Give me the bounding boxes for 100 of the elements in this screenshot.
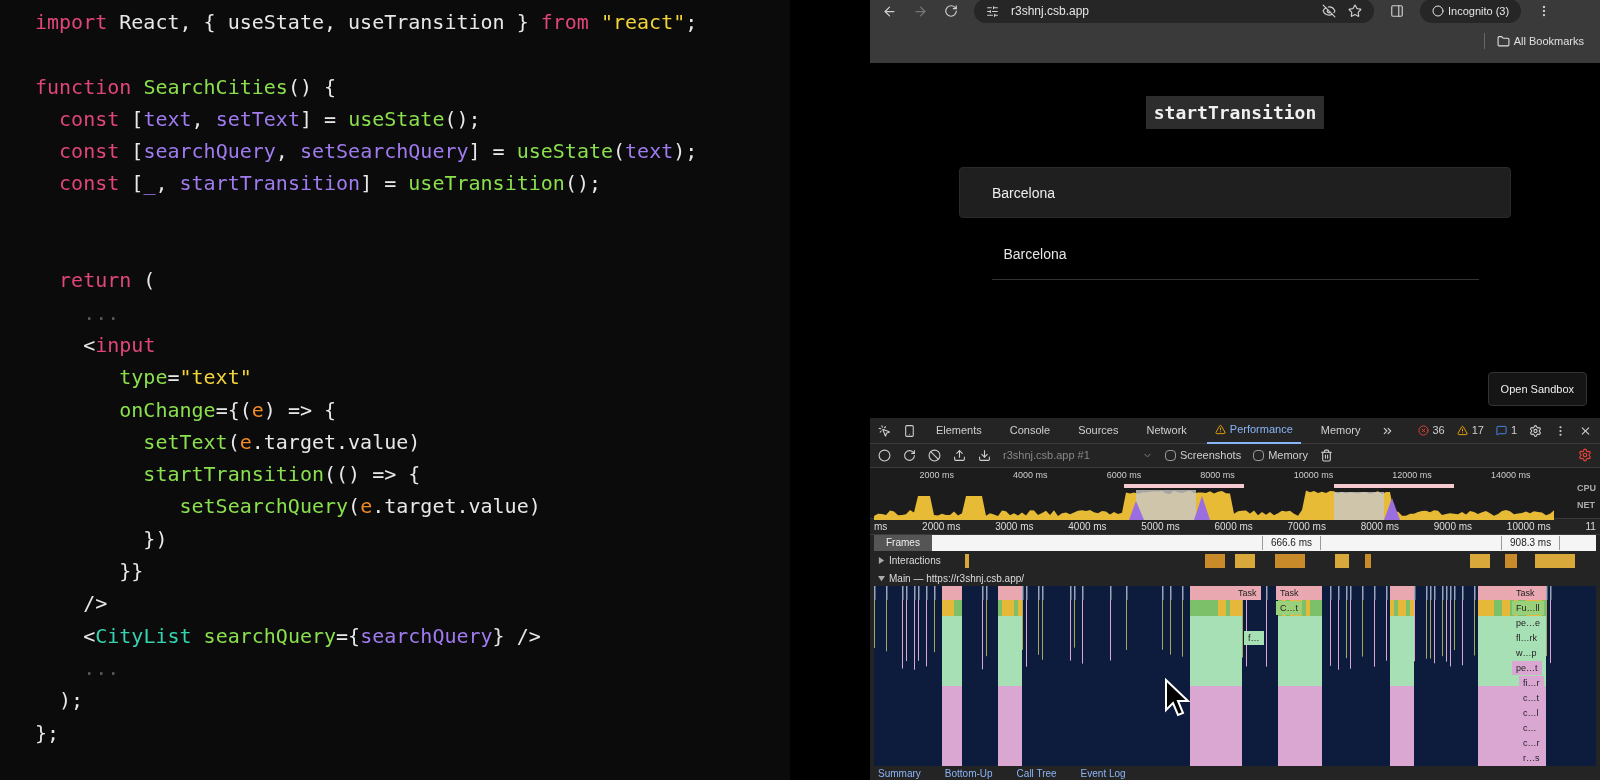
recording-select[interactable]: r3shnj.csb.app #1	[1003, 447, 1153, 464]
capture-settings-icon[interactable]	[1578, 448, 1592, 463]
site-settings-icon[interactable]	[986, 4, 999, 18]
warning-icon	[1456, 425, 1468, 436]
ruler-tick-label: 11	[1585, 520, 1596, 535]
overview-tick-label: 2000 ms	[919, 468, 955, 482]
checkbox[interactable]	[1253, 449, 1265, 461]
track-label[interactable]: Main — https://r3shnj.csb.app/	[889, 571, 1025, 586]
frame-duration: 908.3 ms	[1501, 535, 1561, 550]
code-line: ...	[82, 299, 120, 327]
message-count: 1	[1511, 423, 1518, 439]
expand-caret-icon[interactable]	[878, 557, 885, 565]
code-line: <input	[82, 331, 156, 359]
ruler-tick-label: 8000 ms	[1360, 520, 1399, 535]
ruler-tick-label: 9000 ms	[1433, 520, 1473, 535]
code-line: />	[82, 590, 108, 618]
overview-tick-label: 6000 ms	[1106, 468, 1142, 482]
frame-duration: 666.6 ms	[1261, 535, 1322, 550]
code-line: }}	[118, 558, 144, 586]
ruler-tick-label: ms	[874, 520, 888, 535]
clear-icon[interactable]	[928, 448, 941, 462]
message-icon	[1496, 425, 1507, 436]
address-bar[interactable]: r3shnj.csb.app	[974, 0, 1374, 23]
devtools-tab[interactable]: Sources	[1070, 417, 1127, 444]
ruler-tick-label: 5000 ms	[1141, 520, 1180, 535]
overview-tick-label: 12000 ms	[1392, 468, 1432, 482]
flame-block-label: Fu…ll	[1512, 601, 1544, 616]
settings-icon[interactable]	[1529, 423, 1543, 438]
bottom-tab[interactable]: Bottom-Up	[944, 766, 993, 780]
upload-icon[interactable]	[953, 448, 966, 462]
track-label[interactable]: Interactions	[889, 553, 941, 569]
bottom-tab[interactable]: Summary	[878, 766, 921, 780]
ruler-tick-label: 2000 ms	[922, 520, 961, 535]
all-bookmarks-button[interactable]: All Bookmarks	[1492, 33, 1588, 50]
overview-track-label: CPU	[1577, 481, 1596, 495]
download-icon[interactable]	[978, 448, 991, 462]
overview-tick-label: 10000 ms	[1293, 468, 1334, 482]
flame-block-label: pe…t	[1512, 661, 1542, 676]
reload-icon[interactable]	[944, 4, 958, 18]
error-icon	[1417, 425, 1429, 436]
code-line: })	[142, 525, 168, 553]
code-line: };	[35, 719, 60, 747]
warning-count: 17	[1471, 423, 1484, 439]
code-line: const [searchQuery, setSearchQuery] = useState(text);	[58, 138, 698, 166]
ruler-tick-label: 3000 ms	[995, 520, 1034, 535]
code-line: type="text"	[118, 364, 252, 392]
devtools-tab[interactable]: Performance	[1206, 417, 1301, 444]
code-line: onChange={(e) => {	[118, 396, 337, 424]
inspect-icon[interactable]	[878, 423, 891, 438]
code-line: ...	[82, 654, 120, 682]
url-text: r3shnj.csb.app	[1011, 3, 1091, 20]
page-heading: startTransition	[1145, 96, 1325, 129]
overview-tick-label: 14000 ms	[1490, 468, 1531, 482]
overview-tick-label: 8000 ms	[1200, 468, 1235, 482]
overview-tick-label: 4000 ms	[1013, 468, 1048, 482]
error-count: 36	[1432, 423, 1445, 439]
code-line: return (	[58, 267, 156, 295]
device-toolbar-icon[interactable]	[902, 423, 916, 438]
reload-record-icon[interactable]	[903, 448, 916, 462]
flame-block-label: f…	[1244, 631, 1264, 646]
flame-block-label: C…t	[1276, 601, 1302, 616]
track-label: Frames	[874, 535, 932, 551]
forward-icon[interactable]	[913, 3, 928, 19]
back-icon[interactable]	[882, 3, 897, 19]
ruler-tick-label: 10000 ms	[1506, 520, 1551, 535]
ruler-tick-label: 7000 ms	[1287, 520, 1326, 535]
devtools-tab[interactable]: Memory	[1312, 417, 1369, 444]
ruler-tick-label: 6000 ms	[1214, 520, 1253, 535]
incognito-badge[interactable]: Incognito (3)	[1420, 0, 1522, 23]
code-line: const [text, setText] = useState();	[58, 105, 481, 133]
warning-icon	[1214, 424, 1226, 435]
folder-icon	[1496, 34, 1510, 48]
record-icon[interactable]	[878, 448, 891, 462]
search-field[interactable]: Barcelona	[959, 167, 1511, 218]
bottom-tab[interactable]: Call Tree	[1016, 766, 1057, 780]
eye-off-icon[interactable]	[1322, 4, 1336, 18]
ruler-tick-label: 4000 ms	[1068, 520, 1107, 535]
code-line: startTransition(() => {	[142, 461, 421, 489]
code-line: import React, { useState, useTransition } from "react";	[35, 9, 698, 36]
devtools-tab[interactable]: Console	[1001, 417, 1059, 444]
code-line: <CityList searchQuery={searchQuery} />	[82, 622, 541, 650]
open-sandbox-button[interactable]: Open Sandbox	[1487, 371, 1587, 406]
overview-track-label: NET	[1577, 499, 1596, 513]
devtools-tab[interactable]: Elements	[927, 417, 990, 444]
checkbox-label: Screenshots	[1180, 448, 1242, 464]
code-line: setSearchQuery(e.target.value)	[178, 493, 541, 521]
result-item[interactable]: Barcelona	[991, 230, 1479, 280]
code-line: );	[58, 687, 84, 715]
bottom-tab[interactable]: Event Log	[1080, 766, 1126, 780]
side-panel-icon[interactable]	[1390, 4, 1404, 18]
code-line: function SearchCities() {	[35, 73, 337, 101]
bookmark-star-icon[interactable]	[1348, 4, 1362, 18]
devtools-tab[interactable]: Network	[1138, 417, 1195, 444]
trash-icon[interactable]	[1319, 448, 1333, 462]
mouse-cursor-icon	[1164, 678, 1190, 719]
code-line: setText(e.target.value)	[142, 428, 421, 456]
checkbox[interactable]	[1165, 449, 1176, 461]
code-line: const [_, startTransition] = useTransition();	[58, 170, 601, 198]
expand-caret-icon[interactable]	[878, 575, 885, 582]
checkbox-label: Memory	[1268, 448, 1308, 464]
